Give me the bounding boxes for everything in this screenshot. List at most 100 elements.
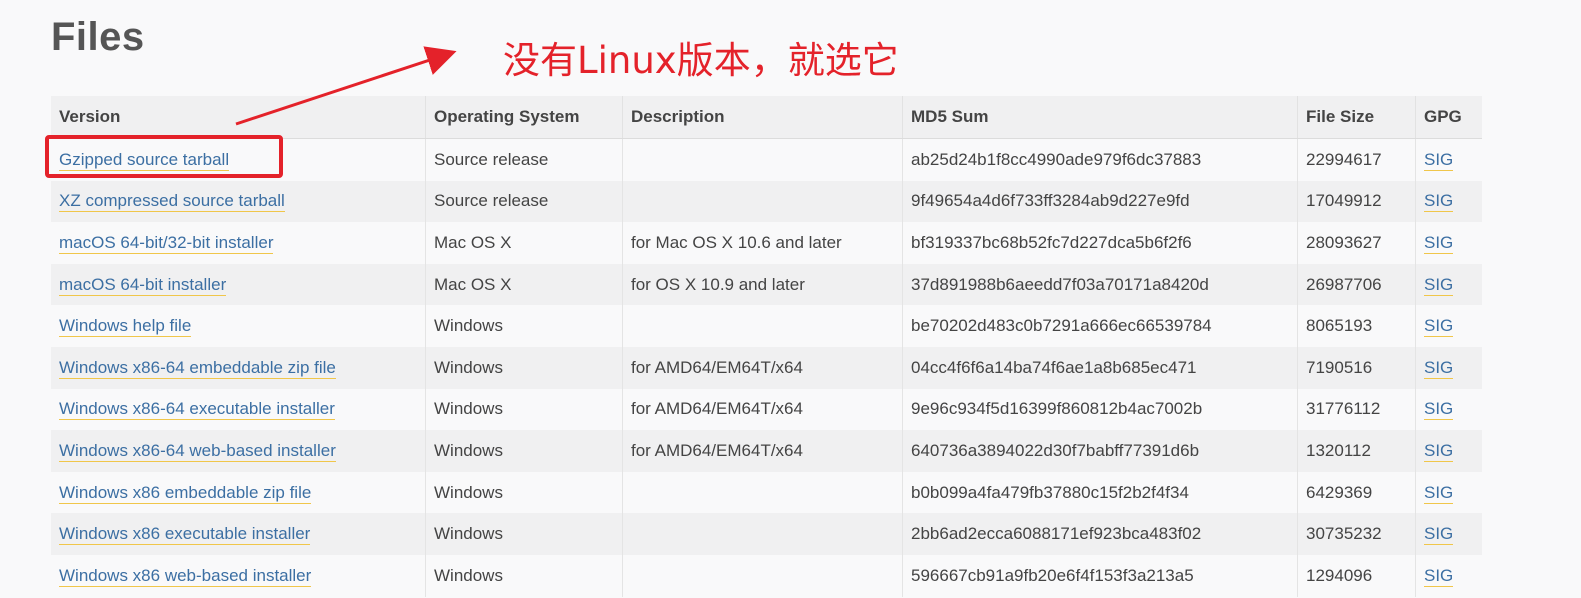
gpg-cell: SIG	[1415, 471, 1482, 514]
download-link[interactable]: Gzipped source tarball	[59, 149, 230, 171]
column-header-file-size: File Size	[1297, 96, 1416, 139]
os-cell: Mac OS X	[425, 263, 623, 306]
description-cell: for AMD64/EM64T/x64	[622, 430, 903, 472]
sig-link[interactable]: SIG	[1424, 274, 1454, 296]
size-cell: 28093627	[1297, 222, 1416, 264]
download-link[interactable]: Windows x86 web-based installer	[59, 565, 312, 587]
download-link[interactable]: XZ compressed source tarball	[59, 191, 285, 213]
table-row: Windows x86-64 embeddable zip file Windo…	[51, 346, 1482, 389]
version-cell: XZ compressed source tarball	[51, 180, 426, 223]
download-link[interactable]: Windows x86 executable installer	[59, 524, 311, 546]
os-cell: Windows	[425, 388, 623, 431]
os-cell: Windows	[425, 346, 623, 389]
version-cell: Windows x86-64 executable installer	[51, 388, 426, 431]
description-cell	[622, 554, 903, 597]
md5-cell: 04cc4f6f6a14ba74f6ae1a8b685ec471	[902, 346, 1298, 389]
download-link[interactable]: Windows help file	[59, 316, 192, 338]
description-cell	[622, 180, 903, 223]
table-row: Gzipped source tarball Source release ab…	[51, 138, 1482, 181]
gpg-cell: SIG	[1415, 513, 1482, 555]
sig-link[interactable]: SIG	[1424, 399, 1454, 421]
table-row: macOS 64-bit/32-bit installer Mac OS X f…	[51, 222, 1482, 264]
sig-link[interactable]: SIG	[1424, 149, 1454, 171]
column-header-md5: MD5 Sum	[902, 96, 1298, 139]
os-cell: Windows	[425, 430, 623, 472]
table-row: macOS 64-bit installer Mac OS X for OS X…	[51, 263, 1482, 306]
column-header-gpg: GPG	[1415, 96, 1482, 139]
gpg-cell: SIG	[1415, 388, 1482, 431]
download-link[interactable]: macOS 64-bit installer	[59, 274, 227, 296]
md5-cell: 37d891988b6aeedd7f03a70171a8420d	[902, 263, 1298, 306]
size-cell: 8065193	[1297, 305, 1416, 347]
os-cell: Windows	[425, 513, 623, 555]
version-cell: Windows help file	[51, 305, 426, 347]
os-cell: Windows	[425, 305, 623, 347]
gpg-cell: SIG	[1415, 346, 1482, 389]
size-cell: 22994617	[1297, 138, 1416, 181]
sig-link[interactable]: SIG	[1424, 357, 1454, 379]
gpg-cell: SIG	[1415, 263, 1482, 306]
table-header-row: Version Operating System Description MD5…	[51, 96, 1482, 139]
version-cell: Gzipped source tarball	[51, 138, 426, 181]
files-table: Version Operating System Description MD5…	[51, 96, 1482, 597]
download-link[interactable]: Windows x86-64 web-based installer	[59, 440, 336, 462]
size-cell: 7190516	[1297, 346, 1416, 389]
table-row: Windows x86 executable installer Windows…	[51, 513, 1482, 555]
sig-link[interactable]: SIG	[1424, 524, 1454, 546]
size-cell: 30735232	[1297, 513, 1416, 555]
description-cell: for AMD64/EM64T/x64	[622, 346, 903, 389]
version-cell: Windows x86 embeddable zip file	[51, 471, 426, 514]
md5-cell: 2bb6ad2ecca6088171ef923bca483f02	[902, 513, 1298, 555]
sig-link[interactable]: SIG	[1424, 191, 1454, 213]
sig-link[interactable]: SIG	[1424, 482, 1454, 504]
md5-cell: ab25d24b1f8cc4990ade979f6dc37883	[902, 138, 1298, 181]
gpg-cell: SIG	[1415, 430, 1482, 472]
gpg-cell: SIG	[1415, 305, 1482, 347]
gpg-cell: SIG	[1415, 138, 1482, 181]
gpg-cell: SIG	[1415, 554, 1482, 597]
description-cell: for AMD64/EM64T/x64	[622, 388, 903, 431]
gpg-cell: SIG	[1415, 222, 1482, 264]
download-link[interactable]: Windows x86-64 embeddable zip file	[59, 357, 336, 379]
sig-link[interactable]: SIG	[1424, 565, 1454, 587]
version-cell: Windows x86-64 embeddable zip file	[51, 346, 426, 389]
size-cell: 31776112	[1297, 388, 1416, 431]
table-row: Windows x86 embeddable zip file Windows …	[51, 471, 1482, 514]
description-cell	[622, 138, 903, 181]
os-cell: Windows	[425, 554, 623, 597]
version-cell: macOS 64-bit installer	[51, 263, 426, 306]
os-cell: Mac OS X	[425, 222, 623, 264]
page-title: Files	[51, 15, 145, 59]
md5-cell: b0b099a4fa479fb37880c15f2b2f4f34	[902, 471, 1298, 514]
md5-cell: 640736a3894022d30f7babff77391d6b	[902, 430, 1298, 472]
version-cell: macOS 64-bit/32-bit installer	[51, 222, 426, 264]
md5-cell: be70202d483c0b7291a666ec66539784	[902, 305, 1298, 347]
download-link[interactable]: macOS 64-bit/32-bit installer	[59, 232, 274, 254]
os-cell: Source release	[425, 138, 623, 181]
size-cell: 6429369	[1297, 471, 1416, 514]
os-cell: Windows	[425, 471, 623, 514]
size-cell: 1294096	[1297, 554, 1416, 597]
gpg-cell: SIG	[1415, 180, 1482, 223]
description-cell: for Mac OS X 10.6 and later	[622, 222, 903, 264]
description-cell	[622, 513, 903, 555]
version-cell: Windows x86 web-based installer	[51, 554, 426, 597]
sig-link[interactable]: SIG	[1424, 316, 1454, 338]
table-row: Windows x86-64 executable installer Wind…	[51, 388, 1482, 431]
table-row: Windows help file Windows be70202d483c0b…	[51, 305, 1482, 347]
description-cell	[622, 305, 903, 347]
md5-cell: 596667cb91a9fb20e6f4f153f3a213a5	[902, 554, 1298, 597]
sig-link[interactable]: SIG	[1424, 440, 1454, 462]
md5-cell: 9f49654a4d6f733ff3284ab9d227e9fd	[902, 180, 1298, 223]
description-cell	[622, 471, 903, 514]
version-cell: Windows x86 executable installer	[51, 513, 426, 555]
table-row: Windows x86-64 web-based installer Windo…	[51, 430, 1482, 472]
download-link[interactable]: Windows x86 embeddable zip file	[59, 482, 312, 504]
sig-link[interactable]: SIG	[1424, 232, 1454, 254]
size-cell: 17049912	[1297, 180, 1416, 223]
download-link[interactable]: Windows x86-64 executable installer	[59, 399, 335, 421]
size-cell: 26987706	[1297, 263, 1416, 306]
version-cell: Windows x86-64 web-based installer	[51, 430, 426, 472]
column-header-description: Description	[622, 96, 903, 139]
table-row: Windows x86 web-based installer Windows …	[51, 554, 1482, 597]
